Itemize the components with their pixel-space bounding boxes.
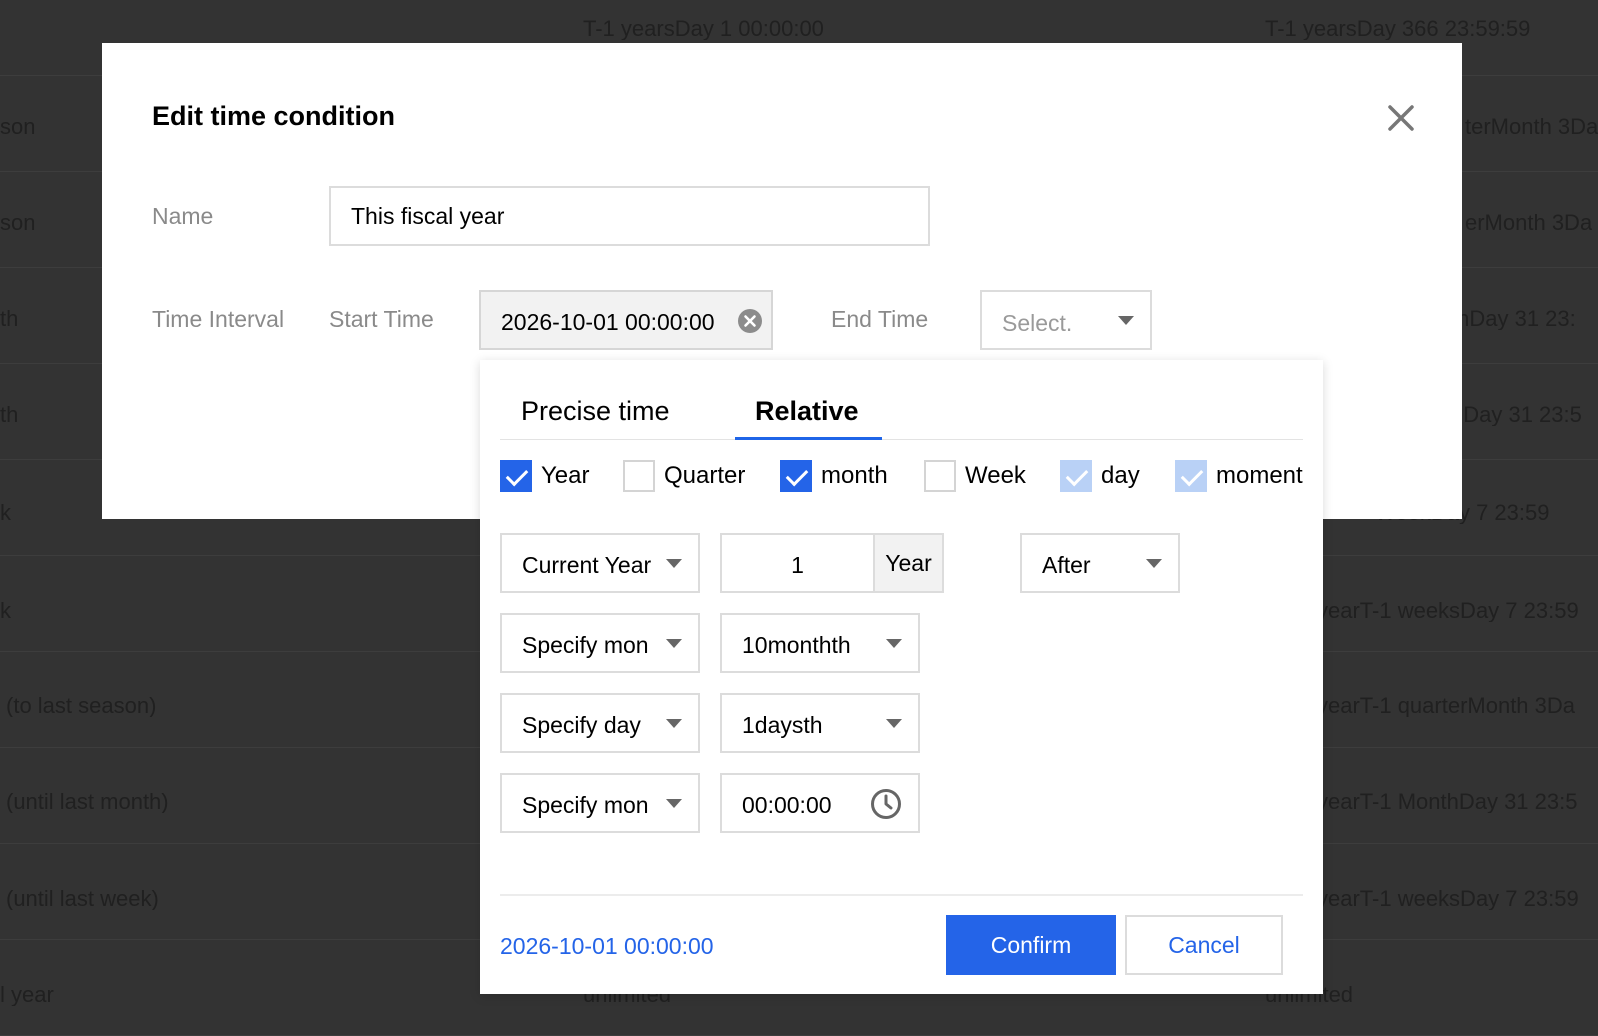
month-mode-select[interactable]: Specify mon xyxy=(500,613,700,673)
tab-relative[interactable]: Relative xyxy=(755,396,859,427)
table-cell: nDay 31 23:5 xyxy=(1451,404,1582,426)
name-input[interactable] xyxy=(329,186,930,246)
table-cell: (until last month) xyxy=(6,791,169,813)
offset-value: 1 xyxy=(791,552,804,578)
day-mode-select[interactable]: Specify day xyxy=(500,693,700,753)
chevron-down-icon xyxy=(886,639,902,648)
table-cell: th xyxy=(0,404,19,426)
checkbox-box xyxy=(924,460,956,492)
checkbox-quarter[interactable]: Quarter xyxy=(623,460,745,492)
footer-divider xyxy=(500,894,1303,896)
table-cell: T-1 yearsDay 1 00:00:00 xyxy=(583,18,824,40)
start-time-value: 2026-10-01 00:00:00 xyxy=(501,309,715,335)
checkbox-label: moment xyxy=(1216,462,1303,489)
checkbox-box xyxy=(780,460,812,492)
moment-time-input[interactable]: 00:00:00 xyxy=(720,773,920,833)
table-cell: k xyxy=(0,600,11,622)
select-value: Current Year xyxy=(522,552,652,578)
name-label: Name xyxy=(152,203,214,229)
time-picker-panel: Precise time Relative Year Quarter month… xyxy=(480,360,1323,994)
select-value: Specify mon xyxy=(522,792,649,818)
chevron-down-icon xyxy=(886,719,902,728)
close-icon[interactable] xyxy=(1384,101,1418,135)
chevron-down-icon xyxy=(1146,559,1162,568)
moment-mode-select[interactable]: Specify mon xyxy=(500,773,700,833)
table-cell: l year xyxy=(0,984,54,1006)
year-offset-input[interactable]: 1 Year xyxy=(720,533,944,593)
table-cell: son xyxy=(0,116,36,138)
clear-icon[interactable] xyxy=(737,308,763,334)
active-tab-indicator xyxy=(735,437,882,440)
checkbox-label: Year xyxy=(541,462,590,489)
chevron-down-icon xyxy=(666,799,682,808)
offset-unit: Year xyxy=(873,535,942,591)
time-value: 00:00:00 xyxy=(742,792,832,818)
end-time-select[interactable]: Select. xyxy=(980,290,1152,350)
direction-select[interactable]: After xyxy=(1020,533,1180,593)
table-cell: (until last week) xyxy=(6,888,159,910)
table-cell: k xyxy=(0,502,11,524)
table-cell: yearT-1 MonthDay 31 23:5 xyxy=(1317,791,1578,813)
select-value: Specify day xyxy=(522,712,641,738)
table-cell: T-1 yearsDay 366 23:59:59 xyxy=(1265,18,1531,40)
tab-precise-time[interactable]: Precise time xyxy=(521,396,670,427)
chevron-down-icon xyxy=(666,559,682,568)
select-value: 1daysth xyxy=(742,712,823,738)
select-value: After xyxy=(1042,552,1091,578)
chevron-down-icon xyxy=(1118,316,1134,325)
table-cell: th xyxy=(0,308,19,330)
start-time-field[interactable]: 2026-10-01 00:00:00 xyxy=(479,290,773,350)
checkbox-box xyxy=(1175,460,1207,492)
end-time-placeholder: Select. xyxy=(1002,310,1073,336)
table-cell: terMonth 3Da xyxy=(1465,116,1598,138)
clock-icon xyxy=(871,789,901,819)
time-interval-label: Time Interval xyxy=(152,306,285,332)
checkbox-month[interactable]: month xyxy=(780,460,888,492)
select-value: Specify mon xyxy=(522,632,649,658)
checkbox-moment: moment xyxy=(1175,460,1303,492)
cancel-button[interactable]: Cancel xyxy=(1125,915,1283,975)
year-mode-select[interactable]: Current Year xyxy=(500,533,700,593)
month-value-select[interactable]: 10monthth xyxy=(720,613,920,673)
table-cell: yearT-1 weeksDay 7 23:59 xyxy=(1317,888,1579,910)
start-time-label: Start Time xyxy=(329,306,434,332)
confirm-button[interactable]: Confirm xyxy=(946,915,1116,975)
checkbox-box xyxy=(500,460,532,492)
table-cell: thDay 31 23: xyxy=(1451,308,1576,330)
checkbox-label: Quarter xyxy=(664,462,746,489)
select-value: 10monthth xyxy=(742,632,851,658)
checkbox-day: day xyxy=(1060,460,1140,492)
checkbox-year[interactable]: Year xyxy=(500,460,590,492)
checkbox-label: month xyxy=(821,462,888,489)
table-cell: yearT-1 quarterMonth 3Da xyxy=(1317,695,1576,717)
checkbox-week[interactable]: Week xyxy=(924,460,1026,492)
table-cell: yearT-1 weeksDay 7 23:59 xyxy=(1317,600,1579,622)
checkbox-box xyxy=(1060,460,1092,492)
checkbox-label: Week xyxy=(965,462,1026,489)
checkbox-box xyxy=(623,460,655,492)
chevron-down-icon xyxy=(666,639,682,648)
preview-datetime: 2026-10-01 00:00:00 xyxy=(500,933,714,959)
chevron-down-icon xyxy=(666,719,682,728)
table-cell: erMonth 3Da xyxy=(1465,212,1593,234)
dialog-title: Edit time condition xyxy=(152,101,395,131)
table-cell: (to last season) xyxy=(6,695,157,717)
table-cell: son xyxy=(0,212,36,234)
end-time-label: End Time xyxy=(831,306,929,332)
picker-tabs: Precise time Relative xyxy=(500,360,1303,440)
checkbox-label: day xyxy=(1101,462,1140,489)
day-value-select[interactable]: 1daysth xyxy=(720,693,920,753)
